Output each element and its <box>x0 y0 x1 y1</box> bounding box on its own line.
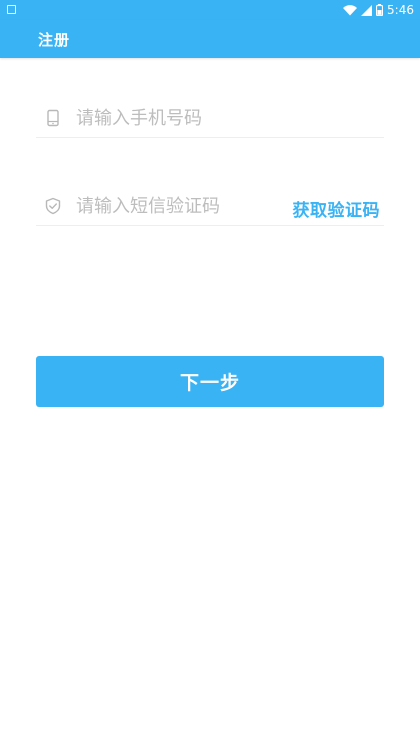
status-icons: 5:46 <box>343 2 414 18</box>
battery-icon <box>376 4 384 16</box>
phone-input[interactable] <box>76 103 276 133</box>
status-bar: 5:46 <box>0 0 420 20</box>
status-time: 5:46 <box>387 3 414 17</box>
page-title: 注册 <box>38 31 71 49</box>
code-field-row: 获取验证码 <box>36 186 384 226</box>
shield-check-icon <box>45 197 61 215</box>
signal-icon <box>361 4 373 16</box>
app-bar: 注册 <box>0 20 420 58</box>
phone-field-row <box>36 98 384 138</box>
notification-icon <box>7 5 16 14</box>
get-code-button[interactable]: 获取验证码 <box>293 196 381 221</box>
wifi-icon <box>343 4 358 16</box>
phone-icon <box>47 109 59 127</box>
sms-code-input[interactable] <box>76 191 276 221</box>
register-screen: 5:46 注册 获取验证码 下一步 <box>0 0 420 748</box>
next-button[interactable]: 下一步 <box>36 356 384 407</box>
